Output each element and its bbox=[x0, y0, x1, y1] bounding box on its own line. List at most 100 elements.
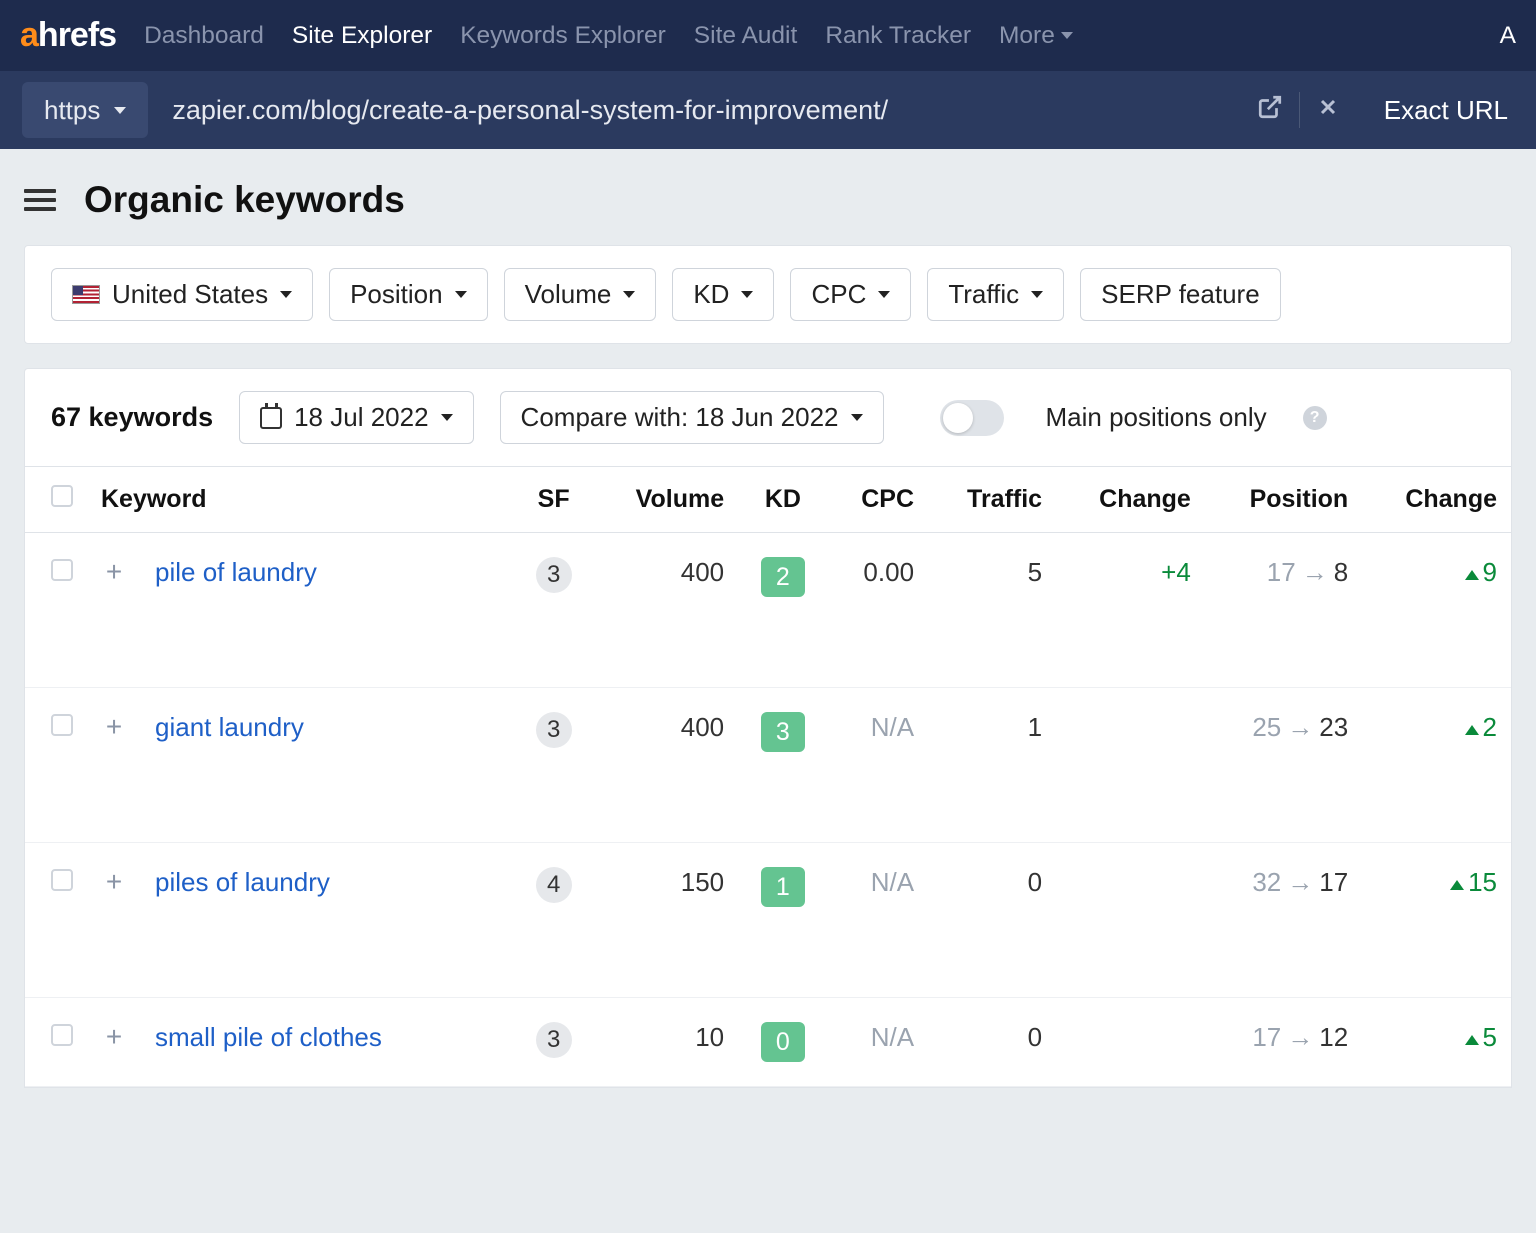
nav-rank-tracker[interactable]: Rank Tracker bbox=[825, 22, 971, 50]
expand-icon[interactable]: + bbox=[101, 714, 127, 740]
row-checkbox[interactable] bbox=[51, 869, 73, 891]
chevron-down-icon bbox=[741, 291, 753, 298]
position-cell: 32→17 bbox=[1205, 843, 1362, 998]
us-flag-icon bbox=[72, 285, 100, 304]
volume-cell: 400 bbox=[593, 688, 738, 843]
traffic-cell: 0 bbox=[928, 843, 1056, 998]
table-row: + pile of laundry 3 400 2 0.00 5 +4 17→8… bbox=[25, 533, 1511, 688]
triangle-up-icon bbox=[1465, 570, 1479, 580]
keywords-table: Keyword SF Volume KD CPC Traffic Change … bbox=[24, 466, 1512, 1088]
col-keyword[interactable]: Keyword bbox=[87, 467, 514, 533]
logo[interactable]: ahrefs bbox=[20, 16, 116, 55]
filter-position-label: Position bbox=[350, 279, 443, 310]
triangle-up-icon bbox=[1465, 1035, 1479, 1045]
nav-keywords-explorer[interactable]: Keywords Explorer bbox=[460, 22, 666, 50]
row-checkbox[interactable] bbox=[51, 559, 73, 581]
chevron-down-icon bbox=[623, 291, 635, 298]
keyword-link[interactable]: pile of laundry bbox=[155, 557, 317, 587]
nav-dashboard[interactable]: Dashboard bbox=[144, 22, 264, 50]
filter-volume[interactable]: Volume bbox=[504, 268, 657, 321]
table-row: + piles of laundry 4 150 1 N/A 0 32→17 1… bbox=[25, 843, 1511, 998]
filter-cpc[interactable]: CPC bbox=[790, 268, 911, 321]
col-sf[interactable]: SF bbox=[514, 467, 594, 533]
main-positions-toggle[interactable] bbox=[940, 400, 1004, 436]
col-pchange[interactable]: Change bbox=[1362, 467, 1511, 533]
sf-badge[interactable]: 3 bbox=[536, 1022, 572, 1058]
compare-selector[interactable]: Compare with: 18 Jun 2022 bbox=[500, 391, 884, 444]
open-external-icon[interactable] bbox=[1241, 94, 1299, 127]
chevron-down-icon bbox=[114, 107, 126, 114]
chevron-down-icon bbox=[851, 414, 863, 421]
sf-badge[interactable]: 3 bbox=[536, 557, 572, 593]
page-title: Organic keywords bbox=[84, 179, 405, 221]
sf-badge[interactable]: 3 bbox=[536, 712, 572, 748]
nav-more[interactable]: More bbox=[999, 22, 1073, 50]
chevron-down-icon bbox=[441, 414, 453, 421]
protocol-selector[interactable]: https bbox=[22, 82, 148, 138]
volume-cell: 400 bbox=[593, 533, 738, 688]
expand-icon[interactable]: + bbox=[101, 1024, 127, 1050]
select-all-checkbox[interactable] bbox=[51, 485, 73, 507]
col-volume[interactable]: Volume bbox=[593, 467, 738, 533]
volume-cell: 150 bbox=[593, 843, 738, 998]
keyword-link[interactable]: piles of laundry bbox=[155, 867, 330, 897]
nav-trailing[interactable]: A bbox=[1500, 22, 1516, 50]
help-icon[interactable]: ? bbox=[1303, 406, 1327, 430]
col-cpc[interactable]: CPC bbox=[828, 467, 928, 533]
position-change-cell: 5 bbox=[1465, 1022, 1497, 1052]
chevron-down-icon bbox=[280, 291, 292, 298]
col-kd[interactable]: KD bbox=[738, 467, 827, 533]
url-bar: https zapier.com/blog/create-a-personal-… bbox=[0, 71, 1536, 149]
filter-country-label: United States bbox=[112, 279, 268, 310]
nav-site-explorer[interactable]: Site Explorer bbox=[292, 22, 432, 50]
filter-traffic[interactable]: Traffic bbox=[927, 268, 1064, 321]
keyword-link[interactable]: giant laundry bbox=[155, 712, 304, 742]
filters-card: United States Position Volume KD CPC Tra… bbox=[24, 245, 1512, 344]
row-checkbox[interactable] bbox=[51, 714, 73, 736]
filter-kd[interactable]: KD bbox=[672, 268, 774, 321]
sf-badge[interactable]: 4 bbox=[536, 867, 572, 903]
kd-badge: 0 bbox=[761, 1022, 805, 1062]
filter-traffic-label: Traffic bbox=[948, 279, 1019, 310]
expand-icon[interactable]: + bbox=[101, 559, 127, 585]
col-change[interactable]: Change bbox=[1056, 467, 1205, 533]
triangle-up-icon bbox=[1465, 725, 1479, 735]
row-checkbox[interactable] bbox=[51, 1024, 73, 1046]
volume-cell: 10 bbox=[593, 998, 738, 1087]
position-change-cell: 9 bbox=[1465, 557, 1497, 587]
table-row: + giant laundry 3 400 3 N/A 1 25→23 2 bbox=[25, 688, 1511, 843]
filter-serp-features[interactable]: SERP feature bbox=[1080, 268, 1281, 321]
filter-position[interactable]: Position bbox=[329, 268, 488, 321]
cpc-cell: N/A bbox=[828, 688, 928, 843]
kd-badge: 2 bbox=[761, 557, 805, 597]
expand-icon[interactable]: + bbox=[101, 869, 127, 895]
filter-kd-label: KD bbox=[693, 279, 729, 310]
menu-icon[interactable] bbox=[24, 189, 56, 211]
nav-more-label: More bbox=[999, 22, 1055, 50]
url-mode-selector[interactable]: Exact URL bbox=[1356, 95, 1536, 126]
keyword-link[interactable]: small pile of clothes bbox=[155, 1022, 382, 1052]
chevron-down-icon bbox=[1031, 291, 1043, 298]
main-positions-label: Main positions only bbox=[1046, 402, 1267, 433]
triangle-up-icon bbox=[1450, 880, 1464, 890]
chevron-down-icon bbox=[1061, 32, 1073, 39]
cpc-cell: 0.00 bbox=[828, 533, 928, 688]
col-position[interactable]: Position bbox=[1205, 467, 1362, 533]
traffic-change-cell: +4 bbox=[1161, 557, 1191, 587]
col-traffic[interactable]: Traffic bbox=[928, 467, 1056, 533]
filter-serp-label: SERP feature bbox=[1101, 279, 1260, 310]
chevron-down-icon bbox=[455, 291, 467, 298]
close-icon[interactable] bbox=[1300, 95, 1356, 126]
position-change-cell: 15 bbox=[1450, 867, 1497, 897]
position-cell: 17→8 bbox=[1205, 533, 1362, 688]
page-header: Organic keywords bbox=[0, 149, 1536, 245]
nav-site-audit[interactable]: Site Audit bbox=[694, 22, 798, 50]
filter-cpc-label: CPC bbox=[811, 279, 866, 310]
filter-country[interactable]: United States bbox=[51, 268, 313, 321]
position-cell: 25→23 bbox=[1205, 688, 1362, 843]
traffic-cell: 0 bbox=[928, 998, 1056, 1087]
date-selector[interactable]: 18 Jul 2022 bbox=[239, 391, 473, 444]
position-cell: 17→12 bbox=[1205, 998, 1362, 1087]
url-input[interactable]: zapier.com/blog/create-a-personal-system… bbox=[148, 95, 1240, 126]
cpc-cell: N/A bbox=[828, 998, 928, 1087]
